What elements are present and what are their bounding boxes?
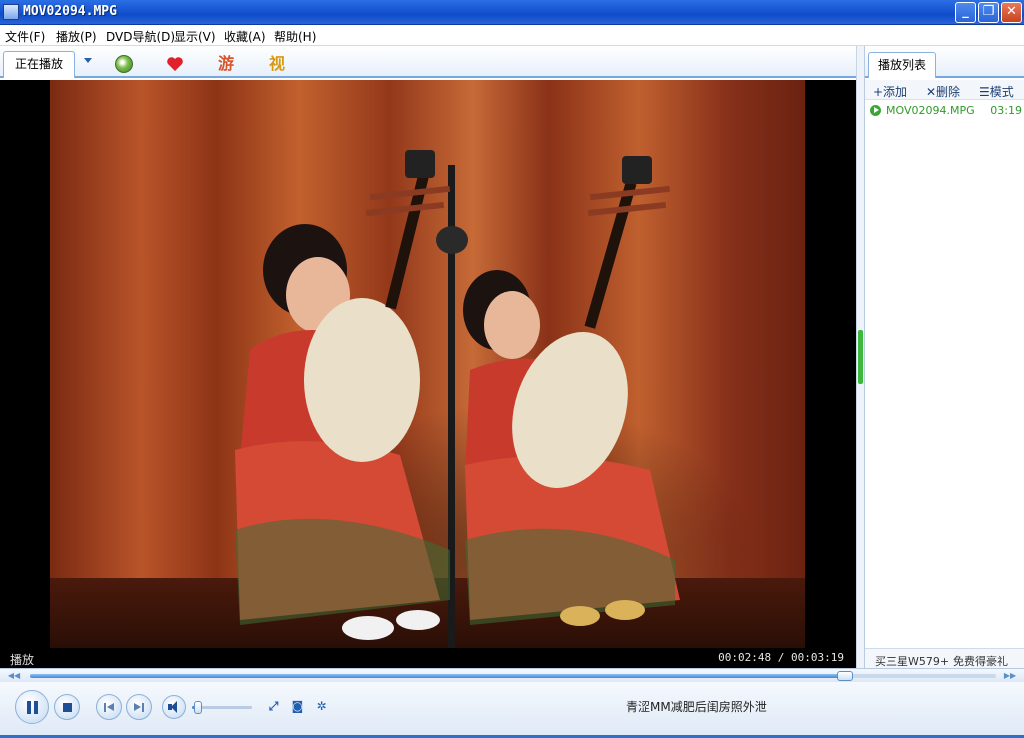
previous-button[interactable]	[96, 694, 122, 720]
seek-forward-icon[interactable]: ▶▶	[1002, 671, 1018, 680]
video-scene	[235, 150, 680, 648]
minimize-button[interactable]: _	[955, 2, 976, 23]
playlist-tabs: 播放列表	[865, 46, 1024, 78]
delete-button[interactable]: ✕删除	[926, 83, 960, 100]
tab-playlist[interactable]: 播放列表	[868, 52, 936, 78]
ad-right-link[interactable]: 免费得豪礼	[953, 653, 1008, 669]
news-ticker-link[interactable]: 青涩MM减肥后闺房照外泄	[626, 698, 767, 715]
playlist-panel: 播放列表 +添加 ✕删除 ☰模式 MOV02094.MPG 03:19 买三星W…	[864, 46, 1024, 668]
video-area[interactable]	[0, 80, 856, 648]
film-icon[interactable]: 视	[268, 55, 286, 73]
volume-icon[interactable]	[162, 695, 186, 719]
fullscreen-icon[interactable]: ⤢	[267, 700, 280, 713]
settings-icon[interactable]: ✲	[315, 700, 328, 713]
menu-bar: 文件(F) 播放(P) DVD导航(D) 显示(V) 收藏(A) 帮助(H)	[0, 25, 1024, 46]
menu-file[interactable]: 文件(F)	[5, 28, 45, 45]
close-button[interactable]: ✕	[1001, 2, 1022, 23]
control-bar: ⤢ ◙ ✲ 青涩MM减肥后闺房照外泄	[0, 682, 1024, 738]
stop-button[interactable]	[54, 694, 80, 720]
playlist-actions: +添加 ✕删除 ☰模式	[865, 80, 1024, 100]
playlist-item-duration: 03:19	[990, 104, 1022, 117]
mode-button[interactable]: ☰模式	[979, 83, 1014, 100]
menu-play[interactable]: 播放(P)	[56, 28, 97, 45]
play-icon	[870, 105, 881, 116]
menu-help[interactable]: 帮助(H)	[274, 28, 316, 45]
game-icon[interactable]: 游	[217, 55, 235, 73]
seek-fill	[30, 674, 846, 678]
maximize-button[interactable]: ❐	[978, 2, 999, 23]
title-bar: MOV02094.MPG _ ❐ ✕	[0, 0, 1024, 25]
playlist-item-name: MOV02094.MPG	[886, 104, 975, 117]
add-button[interactable]: +添加	[873, 83, 907, 100]
volume-handle[interactable]	[194, 701, 202, 714]
app-icon	[3, 4, 19, 20]
video-status-bar: 播放 00:02:48 / 00:03:19	[0, 648, 856, 668]
heart-icon[interactable]	[166, 55, 184, 73]
seek-handle[interactable]	[837, 671, 854, 681]
next-button[interactable]	[126, 694, 152, 720]
tab-now-playing[interactable]: 正在播放	[3, 51, 75, 78]
panel-splitter[interactable]	[856, 46, 864, 668]
ad-left-link[interactable]: 买三星W579+	[875, 653, 949, 669]
snapshot-icon[interactable]: ◙	[291, 700, 304, 713]
menu-dvd[interactable]: DVD导航(D)	[106, 28, 175, 45]
time-display: 00:02:48 / 00:03:19	[718, 651, 844, 664]
toolbar: 正在播放 游 视	[0, 46, 856, 78]
playback-state: 播放	[10, 653, 35, 667]
splitter-grip[interactable]	[858, 330, 863, 384]
chevron-down-icon[interactable]	[84, 58, 92, 63]
volume-slider[interactable]	[192, 701, 252, 714]
seek-track[interactable]	[30, 671, 996, 681]
seek-bar[interactable]: ◀◀ ▶▶	[0, 668, 1024, 682]
globe-icon[interactable]	[115, 55, 133, 73]
ad-banner[interactable]: 买三星W579+ 免费得豪礼	[865, 648, 1024, 668]
video-frame[interactable]	[50, 80, 805, 648]
pause-button[interactable]	[15, 690, 49, 724]
menu-view[interactable]: 显示(V)	[174, 28, 216, 45]
playlist-item[interactable]: MOV02094.MPG 03:19	[865, 102, 1024, 120]
window-title: MOV02094.MPG	[23, 4, 117, 19]
menu-favorites[interactable]: 收藏(A)	[224, 28, 266, 45]
seek-back-icon[interactable]: ◀◀	[6, 671, 22, 680]
